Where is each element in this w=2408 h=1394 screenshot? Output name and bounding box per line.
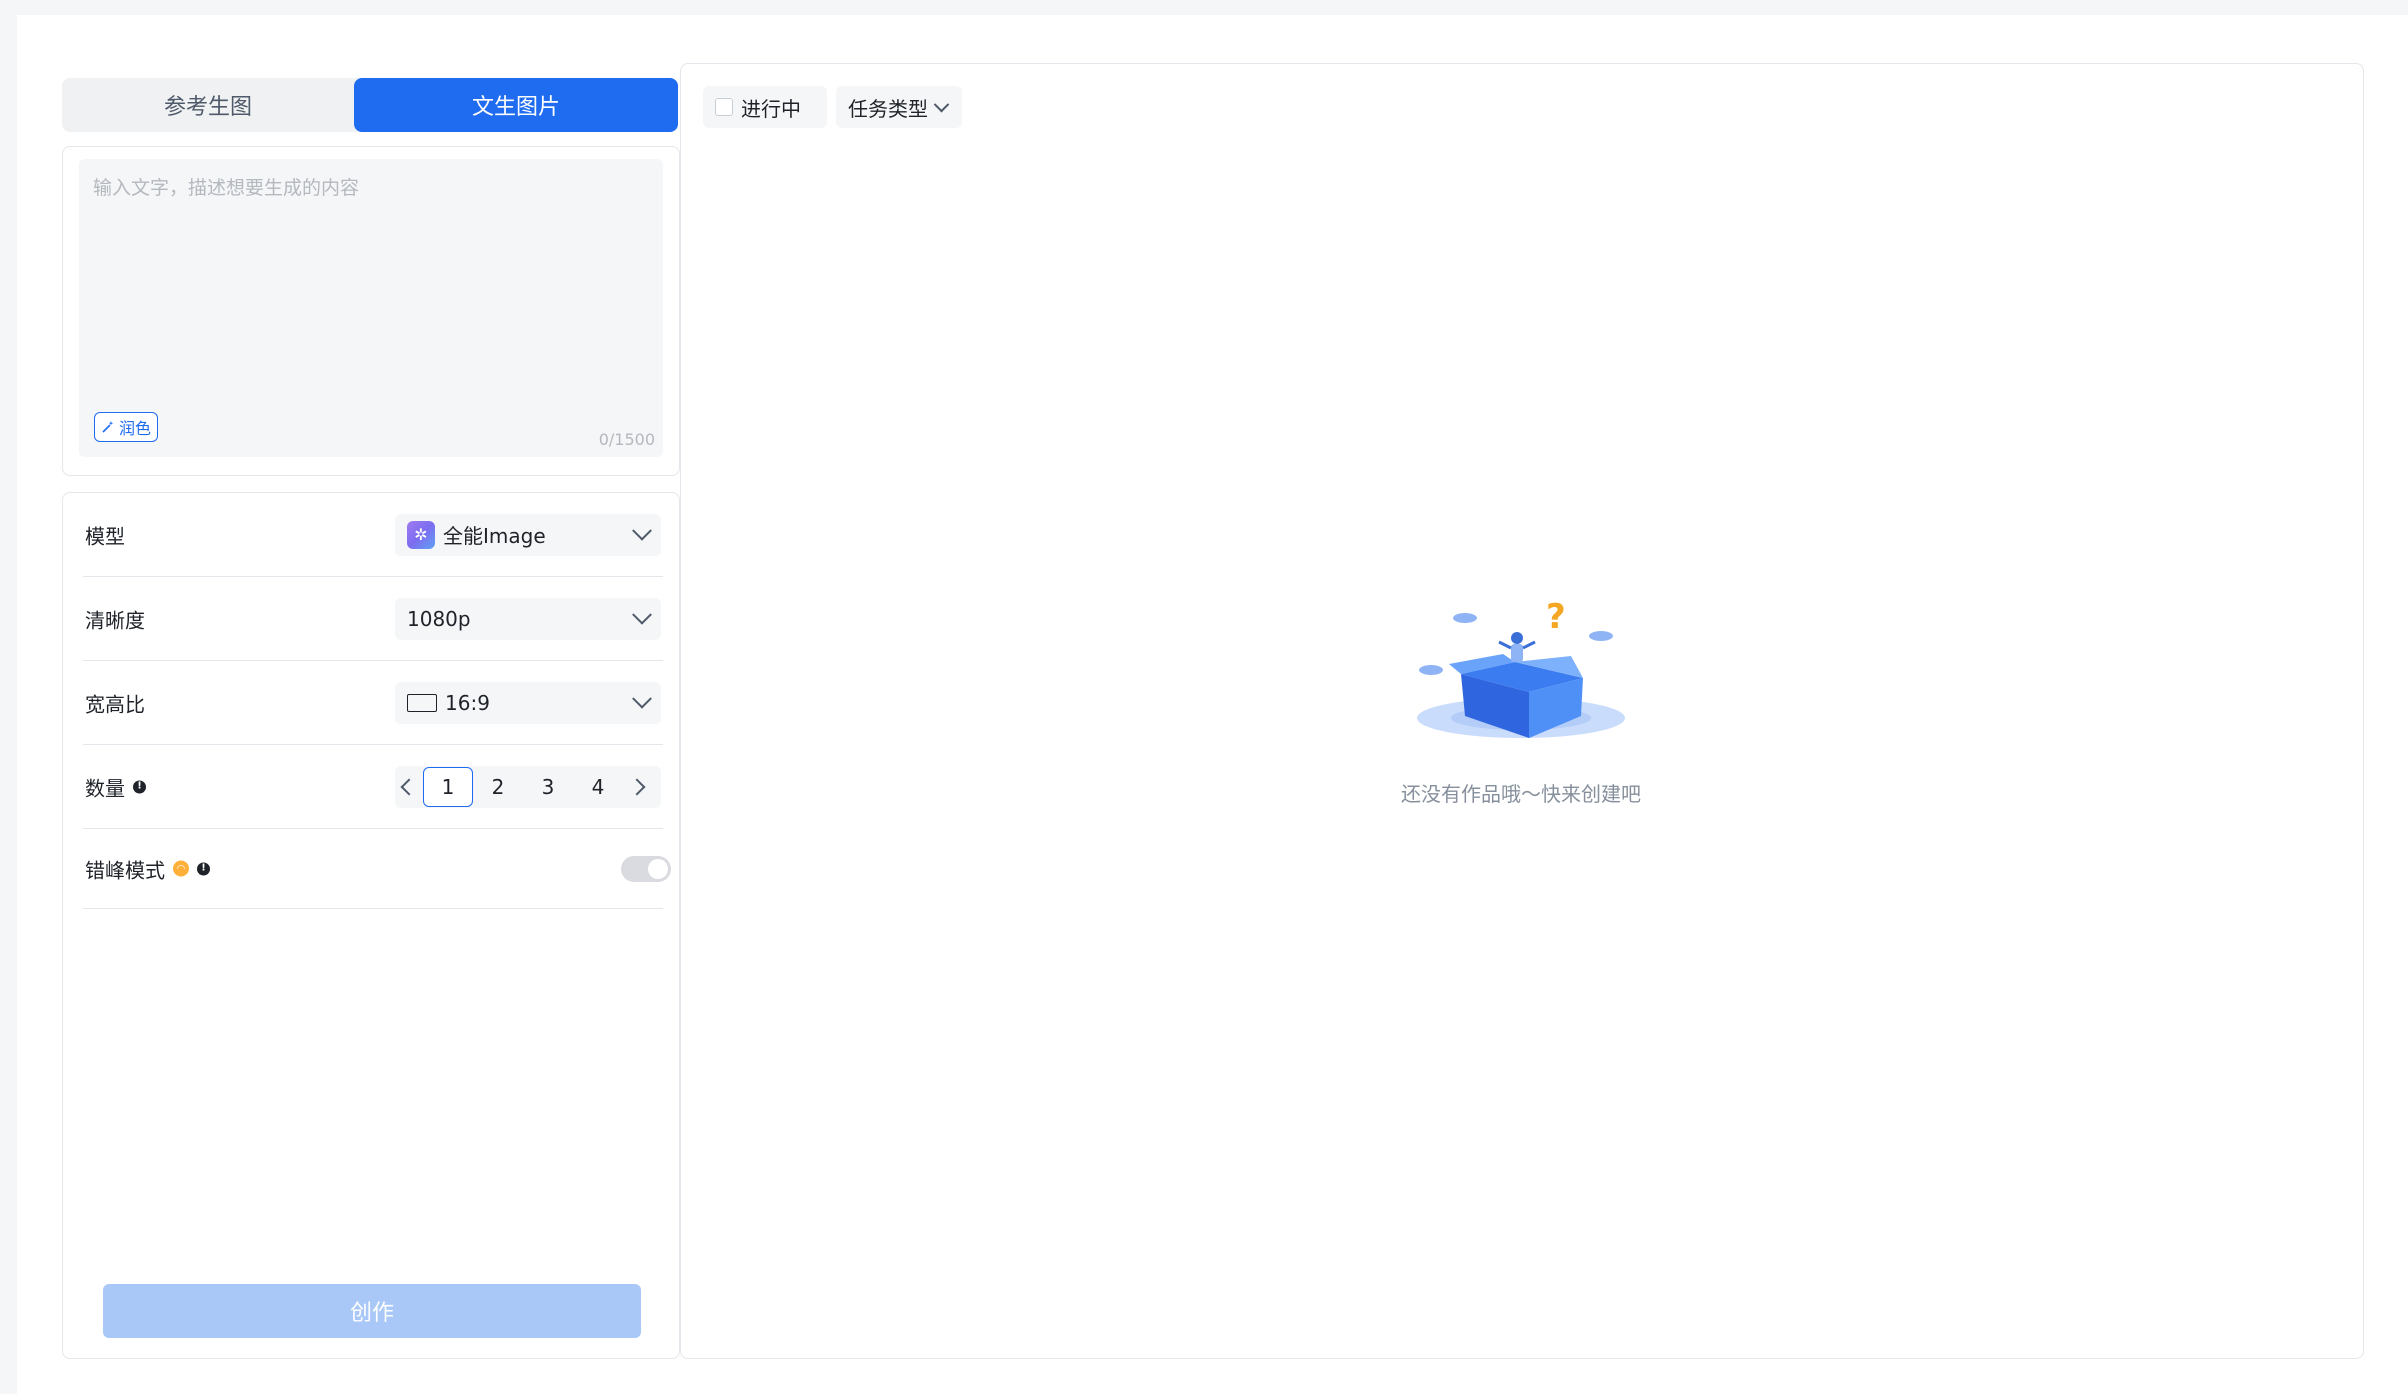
offpeak-toggle[interactable]: [621, 855, 671, 882]
polish-button[interactable]: 润色: [94, 412, 159, 442]
resolution-label: 清晰度: [85, 604, 145, 633]
quantity-option-2[interactable]: 2: [473, 767, 523, 807]
model-value: 全能Image: [443, 524, 546, 548]
ongoing-filter[interactable]: 进行中: [703, 86, 827, 128]
char-count: 0/1500: [598, 430, 655, 449]
empty-box-illustration: ?: [1417, 598, 1625, 738]
quantity-option-1[interactable]: 1: [423, 766, 473, 807]
quantity-option-4[interactable]: 4: [573, 767, 623, 807]
info-icon[interactable]: !: [197, 862, 210, 875]
polish-label: 润色: [119, 419, 152, 438]
model-select[interactable]: ✲ 全能Image: [395, 513, 661, 556]
aspect-ratio-icon: [407, 693, 437, 712]
ongoing-label: 进行中: [741, 96, 801, 121]
aspect-label-text: 宽高比: [85, 692, 145, 716]
page: 参考生图 文生图片 润色 0/1500 模型 ✲ 全能: [17, 15, 2408, 1394]
empty-state-text: 还没有作品哦～快来创建吧: [1401, 782, 1641, 806]
aspect-row: 宽高比 16:9: [83, 661, 663, 745]
chevron-left-icon[interactable]: [395, 766, 423, 808]
results-panel: 进行中 任务类型 ? 还没有作品哦～快来创建吧: [680, 63, 2364, 1359]
resolution-row: 清晰度 1080p: [83, 577, 663, 661]
prompt-area: 润色 0/1500: [79, 159, 663, 457]
prompt-card: 润色 0/1500: [62, 146, 680, 476]
resolution-value: 1080p: [407, 606, 471, 631]
offpeak-label-text: 错峰模式: [85, 858, 165, 882]
chevron-down-icon: [632, 604, 652, 625]
model-label-text: 模型: [85, 524, 125, 548]
chevron-down-icon: [632, 688, 652, 709]
offpeak-label: 错峰模式 ◠ !: [85, 854, 210, 883]
quantity-label: 数量 !: [85, 772, 146, 801]
quantity-option-3[interactable]: 3: [523, 767, 573, 807]
magic-wand-icon: [102, 421, 114, 433]
chevron-down-icon: [933, 96, 950, 112]
tab-text-to-image[interactable]: 文生图片: [354, 78, 678, 132]
aspect-value: 16:9: [445, 690, 490, 715]
quantity-row: 数量 ! 1 2 3 4: [83, 745, 663, 829]
chevron-down-icon: [632, 520, 652, 541]
model-row: 模型 ✲ 全能Image: [83, 493, 663, 577]
resolution-select[interactable]: 1080p: [395, 597, 661, 640]
offpeak-row: 错峰模式 ◠ !: [83, 829, 671, 909]
task-type-dropdown[interactable]: 任务类型: [836, 86, 962, 128]
pinwheel-icon: ✲: [407, 520, 435, 549]
svg-text:?: ?: [1546, 598, 1566, 637]
info-icon[interactable]: !: [133, 780, 146, 793]
quantity-label-text: 数量: [85, 776, 125, 800]
resolution-label-text: 清晰度: [85, 608, 145, 632]
ongoing-checkbox[interactable]: [715, 98, 733, 116]
prompt-input[interactable]: [79, 159, 663, 399]
mode-tabs: 参考生图 文生图片: [62, 78, 678, 132]
create-button[interactable]: 创作: [103, 1284, 641, 1338]
aspect-label: 宽高比: [85, 688, 145, 717]
aspect-select[interactable]: 16:9: [395, 681, 661, 724]
chevron-right-icon[interactable]: [623, 766, 651, 808]
task-type-label: 任务类型: [848, 96, 928, 121]
model-label: 模型: [85, 520, 125, 549]
quantity-stepper: 1 2 3 4: [395, 765, 661, 808]
settings-card: 模型 ✲ 全能Image 清晰度 1080p 宽高比 16:9 数量 ! 1 2…: [62, 492, 680, 1359]
fire-icon: ◠: [173, 860, 189, 877]
tab-reference-image[interactable]: 参考生图: [62, 78, 354, 132]
